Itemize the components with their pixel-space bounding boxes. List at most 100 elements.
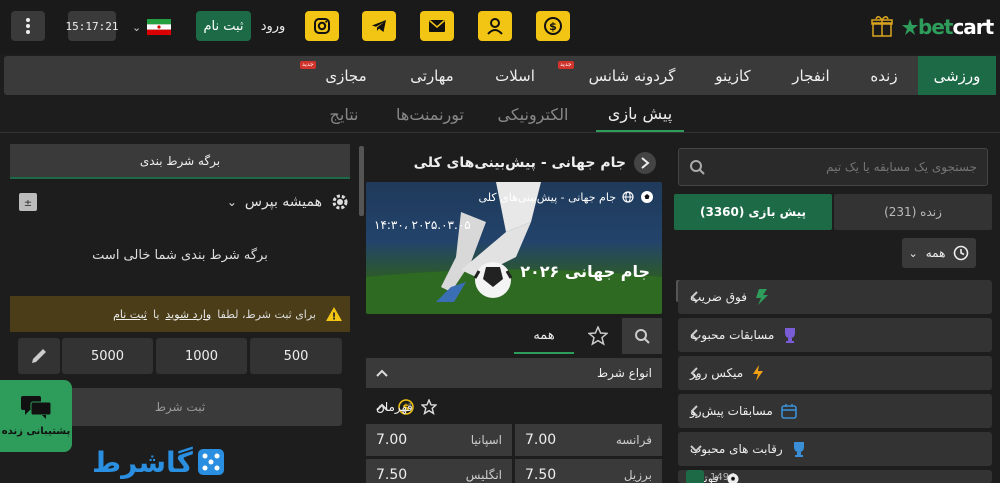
odds-change-selector[interactable]: ⌄ همیشه بپرس	[200, 190, 350, 214]
kebab-menu-icon	[26, 18, 30, 34]
team-name: فرانسه	[615, 433, 652, 447]
calculator-button[interactable]: ±	[18, 192, 38, 212]
sidebar-item-super-odds[interactable]: فوق ضریب	[678, 280, 992, 314]
time-filter-dropdown[interactable]: ⌄ همه	[902, 238, 976, 268]
nav-item-casino[interactable]: کازینو	[698, 56, 768, 95]
logo-bet-text: bet	[918, 15, 953, 39]
sidebar-item-label: رقابت های محبوب	[690, 442, 783, 456]
deposit-button[interactable]: $	[536, 11, 570, 41]
gift-button[interactable]	[870, 14, 894, 40]
nav-item-live[interactable]: زنده	[854, 56, 914, 95]
calculator-icon: ±	[19, 193, 37, 211]
watermark-text: گاشرط	[92, 445, 193, 479]
chevron-down-icon: ⌄	[132, 20, 142, 34]
banner-title: جام جهانی ۲۰۲۶	[520, 262, 650, 281]
lightning-icon	[756, 289, 768, 305]
amount-500-button[interactable]: 500	[250, 338, 342, 374]
odd-value: 7.50	[376, 467, 408, 483]
scrollbar[interactable]	[359, 146, 364, 216]
event-header-title: جام جهانی - پیش‌بینی‌های کلی	[413, 155, 626, 171]
banner-datetime: ۱۴:۳۰، ۲۰۲۵.۰۳.۰۵	[374, 218, 471, 232]
back-button[interactable]	[634, 152, 656, 174]
favorites-filter[interactable]	[578, 318, 618, 354]
sport-toggle-button[interactable]	[686, 470, 704, 483]
svg-text:!: !	[332, 312, 337, 322]
nav-item-slots[interactable]: اسلات	[480, 56, 550, 95]
main-nav: ورزشی زنده انفجار کازینو گردونه شانس جدی…	[4, 56, 996, 95]
tab-results[interactable]: نتایج	[314, 96, 374, 132]
edit-amounts-button[interactable]	[18, 338, 60, 374]
sidebar-item-upcoming-matches[interactable]: مسابقات پیش‌رو	[678, 394, 992, 428]
calendar-icon	[781, 404, 797, 419]
odd-button-brazil[interactable]: 7.50 برزیل	[515, 459, 662, 483]
star-outline-icon[interactable]	[420, 399, 437, 415]
globe-icon	[622, 191, 634, 203]
pencil-icon	[32, 349, 46, 363]
bet-types-label: انواع شرط	[597, 366, 652, 380]
sidebar-item-label: مسابقات پیش‌رو	[690, 404, 773, 418]
star-logo-icon	[902, 19, 918, 35]
event-header: جام جهانی - پیش‌بینی‌های کلی	[366, 150, 656, 176]
clock: 15:17:21	[66, 11, 119, 41]
event-panel: جام جهانی - پیش‌بینی‌های کلی جام جهانی -…	[366, 144, 662, 483]
nav-item-crash[interactable]: انفجار	[778, 56, 844, 95]
tab-prematch[interactable]: پیش بازی	[596, 96, 684, 132]
svg-text:$: $	[549, 20, 557, 33]
support-agent-icon	[487, 18, 503, 35]
email-button[interactable]	[420, 11, 454, 41]
nav-item-wheel-of-fortune[interactable]: گردونه شانس جدید	[558, 56, 688, 95]
team-name: اسپانیا	[470, 433, 502, 447]
odd-value: 7.00	[525, 432, 557, 448]
or-text: یا	[152, 307, 160, 321]
banner-breadcrumb-row: جام جهانی - پیش‌بینی‌های کلی	[479, 190, 654, 204]
market-search-button[interactable]	[622, 318, 662, 354]
odd-value: 7.50	[525, 467, 557, 483]
chevron-up-icon	[376, 369, 388, 377]
support-agent-button[interactable]	[478, 11, 512, 41]
sidebar-item-label: مسابقات محبوب	[690, 328, 775, 342]
soccer-ball-icon	[641, 191, 653, 203]
nav-item-virtual[interactable]: مجازی جدید	[300, 56, 382, 95]
site-logo[interactable]: bet cart	[902, 13, 996, 41]
amount-1000-button[interactable]: 1000	[156, 338, 247, 374]
login-link[interactable]: وارد شوید	[165, 308, 211, 321]
bolt-icon	[753, 365, 764, 381]
market-header-champion[interactable]: $ قهرمان	[366, 392, 662, 422]
gear-icon	[332, 194, 348, 210]
instagram-button[interactable]	[305, 11, 339, 41]
trophy-icon	[785, 328, 796, 343]
odd-button-spain[interactable]: 7.00 اسپانیا	[366, 424, 512, 456]
sidebar-item-popular-matches[interactable]: مسابقات محبوب	[678, 318, 992, 352]
event-banner: جام جهانی - پیش‌بینی‌های کلی ۱۴:۳۰، ۲۰۲۵…	[366, 182, 662, 314]
sidebar-item-daily-mix[interactable]: میکس روز	[678, 356, 992, 390]
telegram-button[interactable]	[362, 11, 396, 41]
live-support-button[interactable]: پشتیبانی زنده	[0, 380, 72, 452]
amount-5000-button[interactable]: 5000	[62, 338, 153, 374]
sidebar-item-football[interactable]: 1494 فوتبال	[678, 470, 992, 483]
register-button[interactable]: ثبت نام	[196, 11, 251, 41]
search-input[interactable]	[717, 160, 977, 174]
login-button[interactable]: ورود	[258, 11, 288, 41]
language-selector[interactable]: ⌄	[132, 14, 180, 40]
tab-electronic[interactable]: الکترونیکی	[486, 96, 580, 132]
tab-tournaments[interactable]: تورنمنت‌ها	[384, 96, 476, 132]
market-label: قهرمان	[376, 400, 413, 414]
bet-types-header[interactable]: انواع شرط	[366, 358, 662, 388]
more-menu-button[interactable]	[11, 11, 45, 41]
tab-prematch-count[interactable]: پیش بازی (3360)	[674, 194, 832, 230]
odd-button-england[interactable]: 7.50 انگلیس	[366, 459, 512, 483]
star-outline-icon	[588, 326, 608, 346]
chevron-down-icon: ⌄	[908, 246, 918, 260]
telegram-icon	[372, 20, 386, 32]
register-link[interactable]: ثبت نام	[113, 308, 147, 321]
new-badge: جدید	[300, 61, 316, 69]
filter-all-tab[interactable]: همه	[514, 318, 574, 354]
nav-item-skill[interactable]: مهارتی	[394, 56, 470, 95]
nav-item-sports[interactable]: ورزشی	[918, 56, 996, 95]
sidebar-item-popular-competitions[interactable]: رقابت های محبوب	[678, 432, 992, 466]
tab-live-count[interactable]: زنده (231)	[834, 194, 992, 230]
logo-cart-text: cart	[952, 15, 994, 39]
search-box	[678, 148, 988, 186]
soccer-ball-icon	[727, 473, 739, 483]
odd-button-france[interactable]: 7.00 فرانسه	[515, 424, 662, 456]
